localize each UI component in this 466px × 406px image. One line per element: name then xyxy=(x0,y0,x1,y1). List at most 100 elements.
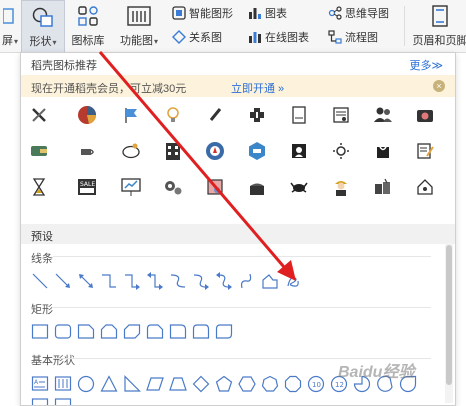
round-single-corner-rect-shape[interactable] xyxy=(169,323,187,341)
promo-text: 现在开通稻壳会员，可立减30元 xyxy=(31,80,186,96)
hourglass-icon[interactable] xyxy=(25,173,53,201)
medical-cross-icon[interactable] xyxy=(243,101,271,129)
icon-library-icon xyxy=(75,4,101,28)
panel-scrollbar[interactable] xyxy=(445,243,453,403)
tools-icon[interactable] xyxy=(25,101,53,129)
scribble-shape[interactable] xyxy=(284,272,302,290)
promo-link[interactable]: 立即开通 » xyxy=(231,80,284,96)
sale-sign-icon[interactable]: SALE xyxy=(73,173,101,201)
snip-corner-rect-shape[interactable] xyxy=(77,323,95,341)
freeform-shape[interactable] xyxy=(261,272,279,290)
presentation-icon[interactable] xyxy=(117,173,145,201)
double-arrow-shape[interactable] xyxy=(77,272,95,290)
heptagon-shape[interactable] xyxy=(261,375,279,393)
curved-double-arrow-shape[interactable] xyxy=(215,272,233,290)
header-footer-icon xyxy=(427,4,453,28)
close-icon[interactable]: × xyxy=(433,80,445,92)
round-snip-rect-shape[interactable] xyxy=(146,323,164,341)
header-footer-button[interactable]: 页眉和页脚 xyxy=(410,0,466,52)
compass-icon[interactable] xyxy=(201,137,229,165)
hexagon-shape[interactable] xyxy=(238,375,256,393)
relation-chart-button[interactable]: 关系图 xyxy=(172,28,222,46)
certificate-icon[interactable] xyxy=(327,101,355,129)
piggy-bank-icon[interactable] xyxy=(117,137,145,165)
icon-library-label: 图标库 xyxy=(72,35,105,47)
oval-shape[interactable] xyxy=(77,375,95,393)
snip-two-corner-rect-shape[interactable] xyxy=(100,323,118,341)
shapes-button[interactable]: 形状▾ xyxy=(21,0,65,54)
gears-icon[interactable] xyxy=(159,173,187,201)
contacts-icon[interactable] xyxy=(285,137,313,165)
building-icon[interactable] xyxy=(159,137,187,165)
round-same-side-rect-shape[interactable] xyxy=(192,323,210,341)
svg-text:10: 10 xyxy=(312,381,321,389)
vertical-text-box-shape[interactable] xyxy=(54,375,72,393)
frame-shape[interactable] xyxy=(31,397,49,406)
note-edit-icon[interactable] xyxy=(411,137,439,165)
curve-shape[interactable] xyxy=(238,272,256,290)
rectangle-shape[interactable] xyxy=(31,323,49,341)
cake-icon[interactable] xyxy=(243,173,271,201)
online-chart-icon xyxy=(248,30,262,44)
more-link[interactable]: 更多≫ xyxy=(409,57,443,73)
document-icon[interactable] xyxy=(285,101,313,129)
pie-chart-icon[interactable] xyxy=(73,101,101,129)
rounded-rectangle-shape[interactable] xyxy=(54,323,72,341)
right-triangle-shape[interactable] xyxy=(123,375,141,393)
lines-label: 线条 xyxy=(31,250,53,266)
bar-chart-icon xyxy=(248,6,262,20)
triangle-shape[interactable] xyxy=(100,375,118,393)
wallet-icon[interactable] xyxy=(25,137,53,165)
svg-text:A: A xyxy=(34,379,39,386)
line-shape[interactable] xyxy=(31,272,49,290)
mindmap-button[interactable]: 思维导图 xyxy=(328,4,389,22)
scrollbar-thumb[interactable] xyxy=(446,245,452,385)
round-diagonal-rect-shape[interactable] xyxy=(215,323,233,341)
arrow-shape[interactable] xyxy=(54,272,72,290)
diamond-shape[interactable] xyxy=(192,375,210,393)
smart-graphic-label: 智能图形 xyxy=(189,5,233,21)
hexagon-icon[interactable] xyxy=(243,137,271,165)
worker-icon[interactable] xyxy=(327,173,355,201)
relation-chart-label: 关系图 xyxy=(189,29,222,45)
chart-button[interactable]: 图表 xyxy=(248,4,287,22)
panel-title: 稻壳图标推荐 xyxy=(31,57,97,73)
pentagon-shape[interactable] xyxy=(215,375,233,393)
elbow-connector-shape[interactable] xyxy=(100,272,118,290)
bag-icon[interactable] xyxy=(369,137,397,165)
sun-icon[interactable] xyxy=(327,137,355,165)
partial-icon xyxy=(0,4,23,28)
smart-graphic-button[interactable]: 智能图形 xyxy=(172,4,233,22)
drinks-icon[interactable] xyxy=(369,173,397,201)
flag-icon[interactable] xyxy=(117,101,145,129)
curved-connector-shape[interactable] xyxy=(169,272,187,290)
photo-icon[interactable] xyxy=(411,101,439,129)
presets-label: 预设 xyxy=(31,228,53,244)
cut-off-button[interactable]: 屏▾ xyxy=(0,0,20,52)
half-frame-shape[interactable] xyxy=(54,397,72,406)
svg-text:12: 12 xyxy=(335,381,344,389)
cup-icon[interactable] xyxy=(73,137,101,165)
shapes-dropdown-panel: 稻壳图标推荐 更多≫ 现在开通稻壳会员，可立减30元 立即开通 » × SALE xyxy=(20,52,456,406)
lightbulb-icon[interactable] xyxy=(159,101,187,129)
users-icon[interactable] xyxy=(369,101,397,129)
smart-graphic-icon xyxy=(172,6,186,20)
online-chart-button[interactable]: 在线图表 xyxy=(248,28,309,46)
house-icon[interactable] xyxy=(411,173,439,201)
text-box-shape[interactable]: A xyxy=(31,375,49,393)
elbow-arrow-shape[interactable] xyxy=(123,272,141,290)
decagon-shape[interactable]: 10 xyxy=(307,375,325,393)
snip-diagonal-rect-shape[interactable] xyxy=(123,323,141,341)
trapezoid-shape[interactable] xyxy=(169,375,187,393)
shapes-icon xyxy=(30,5,56,29)
image-frame-icon[interactable] xyxy=(201,173,229,201)
parallelogram-shape[interactable] xyxy=(146,375,164,393)
crab-icon[interactable] xyxy=(285,173,313,201)
elbow-double-arrow-shape[interactable] xyxy=(146,272,164,290)
curved-arrow-shape[interactable] xyxy=(192,272,210,290)
flowchart-button[interactable]: 流程图 xyxy=(328,28,378,46)
pen-icon[interactable] xyxy=(201,101,229,129)
octagon-shape[interactable] xyxy=(284,375,302,393)
icon-library-button[interactable]: 图标库 xyxy=(66,0,110,52)
function-chart-button[interactable]: 功能图▾ xyxy=(114,0,164,52)
